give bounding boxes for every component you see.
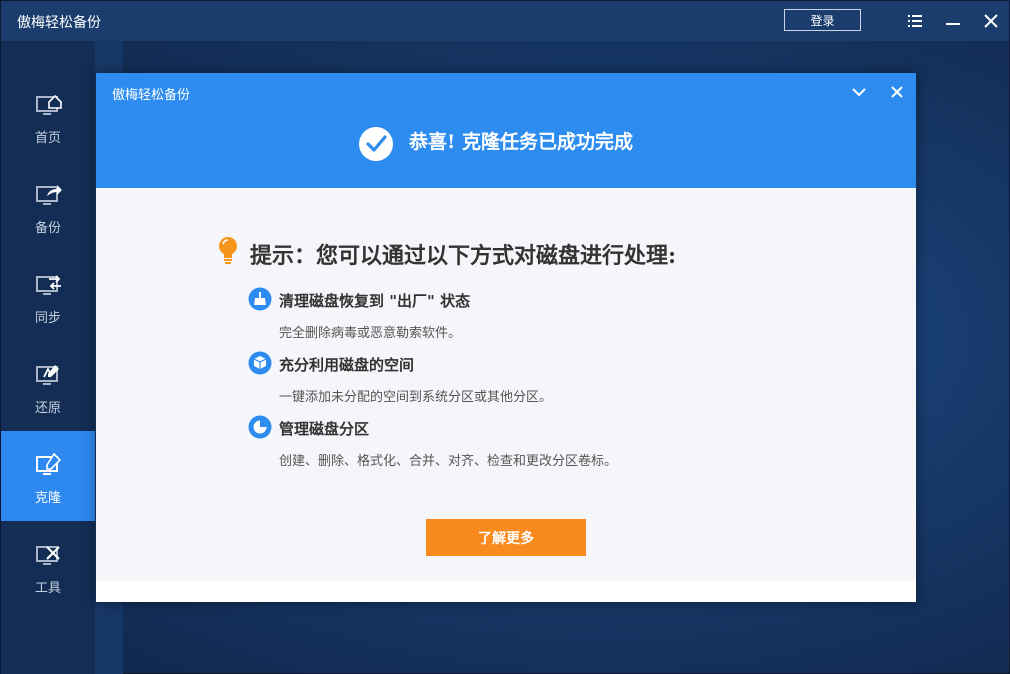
dialog-title: 傲梅轻松备份	[112, 88, 191, 103]
dialog-header: 傲梅轻松备份 恭喜! 克隆任务已成功完成	[96, 73, 916, 188]
sidebar-item-label: 还原	[34, 401, 61, 416]
sidebar-item-sync[interactable]: 同步	[1, 251, 95, 341]
backup-monitor-icon	[36, 185, 62, 205]
sidebar-item-label: 备份	[34, 221, 61, 236]
minimize-icon[interactable]	[944, 12, 962, 30]
sidebar: 首页 备份 同步 还原 克隆 工具	[1, 41, 95, 674]
restore-monitor-icon	[36, 365, 59, 385]
list-menu-icon[interactable]	[906, 12, 924, 30]
sidebar-item-label: 克隆	[34, 491, 61, 506]
check-circle-icon	[358, 126, 394, 162]
feature-desc: 创建、删除、格式化、合并、对齐、检查和更改分区卷标。	[279, 454, 618, 469]
feature-title: 清理磁盘恢复到 "出厂" 状态	[279, 292, 471, 310]
dialog-footer	[96, 581, 916, 602]
chevron-down-icon[interactable]	[850, 83, 868, 101]
feature-desc: 一键添加未分配的空间到系统分区或其他分区。	[279, 390, 553, 405]
clone-complete-dialog: 傲梅轻松备份 恭喜! 克隆任务已成功完成 提示：您可以通过以下方式对磁盘进行处理…	[96, 73, 916, 602]
sidebar-item-label: 工具	[34, 581, 61, 596]
title-bar: 傲梅轻松备份 登录	[1, 1, 1009, 41]
feature-title: 充分利用磁盘的空间	[279, 356, 415, 374]
tip-heading: 提示：您可以通过以下方式对磁盘进行处理:	[250, 243, 677, 269]
home-monitor-icon	[36, 94, 62, 115]
feature-desc: 完全删除病毒或恶意勒索软件。	[279, 326, 462, 341]
app-title: 傲梅轻松备份	[17, 15, 101, 31]
sync-monitor-icon	[36, 275, 61, 295]
lightbulb-icon	[217, 236, 239, 266]
feature-title: 管理磁盘分区	[279, 420, 370, 438]
sidebar-item-tools[interactable]: 工具	[1, 521, 95, 611]
login-button[interactable]: 登录	[784, 9, 861, 31]
clone-monitor-icon	[36, 453, 62, 475]
sidebar-item-label: 同步	[34, 311, 61, 326]
sidebar-item-clone[interactable]: 克隆	[1, 431, 95, 521]
sidebar-item-label: 首页	[34, 131, 61, 146]
dialog-body: 提示：您可以通过以下方式对磁盘进行处理: 清理磁盘恢复到 "出厂" 状态 完全删…	[96, 188, 916, 581]
close-icon[interactable]	[982, 12, 1000, 30]
broom-icon	[248, 287, 272, 311]
success-message: 恭喜! 克隆任务已成功完成	[409, 131, 633, 153]
app-window: 傲梅轻松备份 登录 首页 备份 同步 还原 克隆 工具 傲梅轻松备份 恭喜! 克…	[0, 0, 1010, 674]
dialog-close-icon[interactable]	[888, 83, 906, 101]
sidebar-item-home[interactable]: 首页	[1, 71, 95, 161]
pie-chart-icon	[248, 415, 272, 439]
sidebar-item-restore[interactable]: 还原	[1, 341, 95, 431]
sidebar-item-backup[interactable]: 备份	[1, 161, 95, 251]
learn-more-button[interactable]: 了解更多	[426, 519, 586, 556]
cube-icon	[248, 351, 272, 375]
tools-monitor-icon	[36, 546, 60, 565]
